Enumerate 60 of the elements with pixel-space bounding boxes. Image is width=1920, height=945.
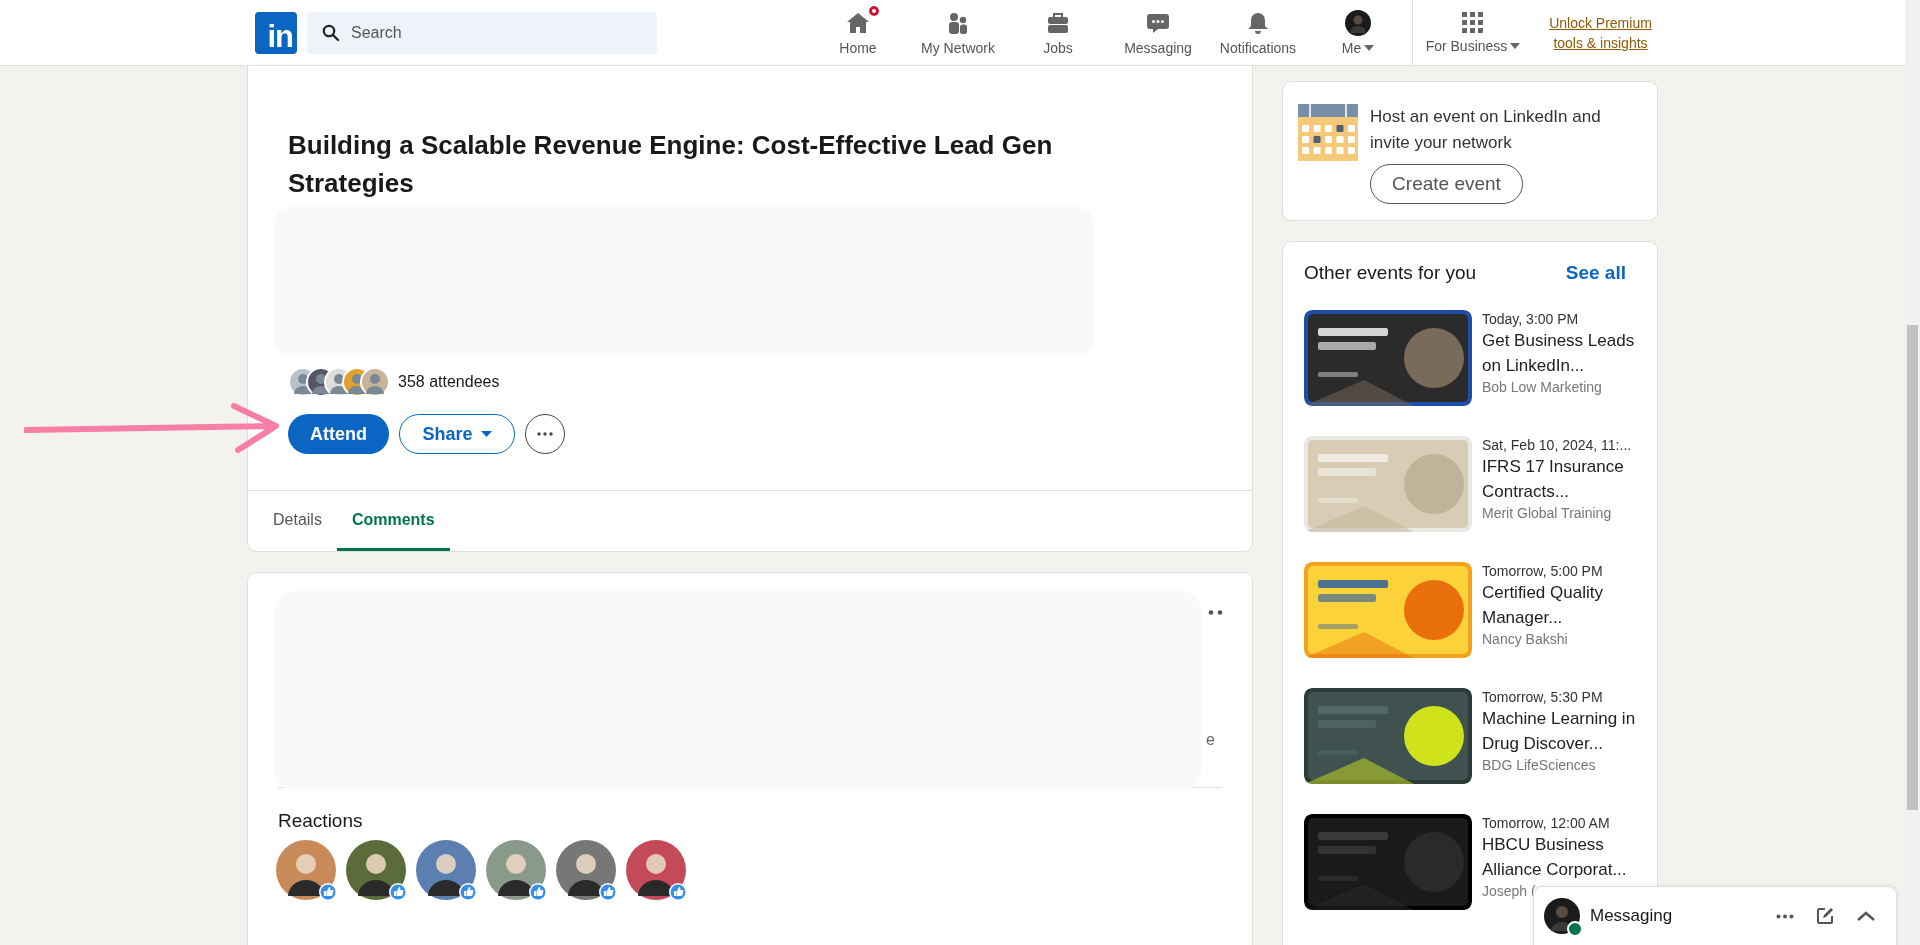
share-button[interactable]: Share xyxy=(399,414,515,454)
search-icon xyxy=(322,23,340,42)
attendee-count: 358 attendees xyxy=(398,373,500,391)
people-icon xyxy=(946,10,970,35)
nav-item[interactable]: Home xyxy=(808,9,908,56)
nav-item[interactable]: Notifications xyxy=(1208,9,1308,56)
premium-link[interactable]: Unlock Premium tools & insights xyxy=(1543,12,1658,53)
chevron-up-icon[interactable] xyxy=(1856,910,1876,922)
bell-icon xyxy=(1246,10,1270,35)
logo[interactable]: in xyxy=(255,11,297,54)
event-title: Building a Scalable Revenue Engine: Cost-Effective Lead Gen Strategies xyxy=(288,129,1054,200)
reactor-avatar[interactable] xyxy=(626,840,688,902)
for-business-menu[interactable]: For Business xyxy=(1417,11,1529,54)
nav-item[interactable]: Jobs xyxy=(1008,9,1108,56)
messaging-label: Messaging xyxy=(1590,906,1674,926)
more-icon[interactable] xyxy=(1776,913,1794,919)
nav-item[interactable]: Messaging xyxy=(1108,9,1208,56)
tab[interactable]: Details xyxy=(258,491,337,551)
event-title-link[interactable]: Get Business Leads on LinkedIn... xyxy=(1482,328,1646,378)
more-icon xyxy=(537,432,553,436)
compose-icon[interactable] xyxy=(1816,907,1834,925)
event-date: Tomorrow, 5:30 PM xyxy=(1482,688,1604,706)
section-heading: Other events for you xyxy=(1304,262,1477,284)
attend-button[interactable]: Attend xyxy=(288,414,389,454)
host-event-text: Host an event on LinkedIn and invite your network xyxy=(1370,106,1602,154)
event-title-link[interactable]: IFRS 17 Insurance Contracts... xyxy=(1482,454,1646,504)
caret-icon xyxy=(1510,42,1521,49)
event-date: Sat, Feb 10, 2024, 11:... xyxy=(1482,436,1633,454)
reactor-avatar[interactable] xyxy=(486,840,548,902)
event-date: Tomorrow, 5:00 PM xyxy=(1482,562,1604,580)
reactions-heading: Reactions xyxy=(278,810,364,832)
event-title-link[interactable]: Machine Learning in Drug Discover... xyxy=(1482,706,1646,756)
nav-item[interactable]: My Network xyxy=(908,9,1008,56)
grid-icon xyxy=(1462,11,1484,34)
event-date: Today, 3:00 PM xyxy=(1482,310,1580,328)
avatar-icon xyxy=(1345,9,1371,36)
home-icon xyxy=(845,10,871,35)
comment-text: e xyxy=(1206,731,1215,749)
event-date: Tomorrow, 12:00 AM xyxy=(1482,814,1611,832)
event-organizer: Bob Low Marketing xyxy=(1482,378,1603,396)
caret-icon xyxy=(1364,44,1375,51)
calendar-icon xyxy=(1298,104,1358,161)
more-icon xyxy=(1208,610,1224,615)
event-organizer: Merit Global Training xyxy=(1482,504,1613,522)
tab[interactable]: Comments xyxy=(336,491,450,551)
reactor-avatar[interactable] xyxy=(416,840,478,902)
caret-icon xyxy=(480,431,492,437)
event-title-link[interactable]: Certified Quality Manager... xyxy=(1482,580,1646,630)
event-organizer: Nancy Bakshi xyxy=(1482,630,1569,648)
reactor-avatar[interactable] xyxy=(556,840,618,902)
briefcase-icon xyxy=(1046,10,1070,35)
nav-item[interactable]: Me xyxy=(1308,9,1408,56)
create-event-button[interactable]: Create event xyxy=(1370,164,1523,204)
see-all-link[interactable]: See all xyxy=(1565,262,1626,284)
reactor-avatar[interactable] xyxy=(346,840,408,902)
reactor-avatar[interactable] xyxy=(276,840,338,902)
event-title-link[interactable]: HBCU Business Alliance Corporat... xyxy=(1482,832,1646,882)
event-organizer: BDG LifeSciences xyxy=(1482,756,1597,774)
search-field[interactable]: Search xyxy=(307,11,657,54)
more-button[interactable] xyxy=(525,414,565,454)
